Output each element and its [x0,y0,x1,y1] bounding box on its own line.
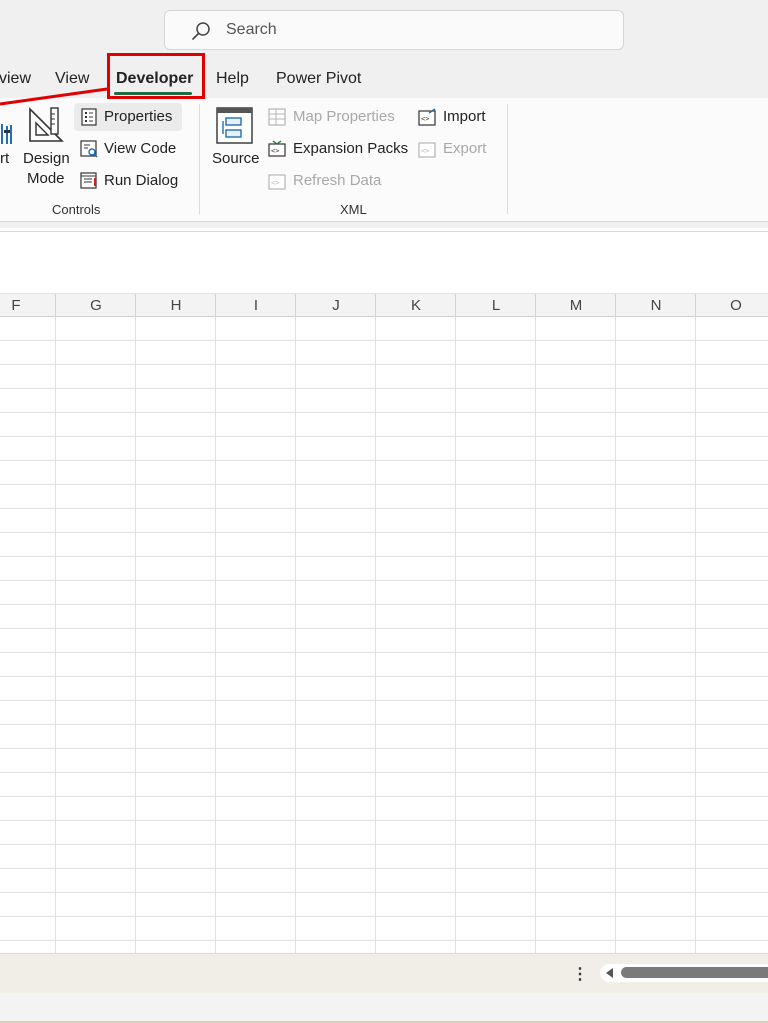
map-properties-button[interactable]: Map Properties [293,108,395,125]
refresh-data-icon: <> [268,174,286,190]
svg-text:<>: <> [421,147,429,155]
scroll-left-icon[interactable] [606,968,613,978]
more-options-icon[interactable]: ⋮ [572,964,588,984]
expansion-packs-button[interactable]: Expansion Packs [293,140,408,157]
controls-group-label: Controls [52,202,101,217]
column-headers: F G H I J K L M N O [0,293,768,318]
grid-line [615,317,616,953]
column-header-k[interactable]: K [376,297,456,314]
developer-tab-highlight [107,53,205,99]
grid-line [215,317,216,953]
title-bar: Search [0,0,768,60]
column-header-j[interactable]: J [296,297,376,314]
column-header-g[interactable]: G [56,297,136,314]
insert-controls-label[interactable]: rt [0,150,9,167]
grid-line [535,317,536,953]
group-separator [199,104,200,214]
search-placeholder: Search [226,21,277,38]
ribbon-area: rt Design Mode Properties View Code Run … [0,98,768,228]
tab-help[interactable]: Help [216,70,249,88]
properties-button[interactable]: Properties [104,108,172,125]
refresh-data-button[interactable]: Refresh Data [293,172,381,189]
grid-line [695,317,696,953]
search-box[interactable]: Search [164,10,624,50]
column-header-m[interactable]: M [536,297,616,314]
column-header-f[interactable]: F [0,297,56,314]
view-code-button[interactable]: View Code [104,140,176,157]
expansion-packs-icon: <> [268,140,286,157]
import-button[interactable]: Import [443,108,486,125]
grid-line [55,317,56,953]
status-bar [0,993,768,1023]
export-button[interactable]: Export [443,140,486,157]
design-mode-label-2[interactable]: Mode [27,170,65,187]
column-header-o[interactable]: O [696,297,768,314]
column-header-n[interactable]: N [616,297,696,314]
run-dialog-icon [80,172,97,189]
design-mode-label-1[interactable]: Design [23,150,70,167]
design-mode-icon[interactable] [27,106,65,144]
xml-group-label: XML [340,202,367,217]
import-icon: <> [418,108,436,126]
export-icon: <> [418,142,436,158]
column-header-h[interactable]: H [136,297,216,314]
insert-controls-icon [1,124,12,144]
grid-line [455,317,456,953]
grid-line [375,317,376,953]
properties-icon [81,108,97,126]
formula-bar-area[interactable] [0,231,768,285]
map-properties-icon [268,108,286,126]
cell-grid[interactable] [0,317,768,953]
svg-text:<>: <> [271,147,279,155]
grid-line [135,317,136,953]
view-code-icon [80,140,98,158]
svg-text:<>: <> [271,179,279,187]
ribbon: rt Design Mode Properties View Code Run … [0,98,768,222]
column-header-i[interactable]: I [216,297,296,314]
column-header-l[interactable]: L [456,297,536,314]
annotation-line [0,87,108,106]
source-icon[interactable] [216,107,254,145]
group-separator [507,104,508,214]
tab-power-pivot[interactable]: Power Pivot [276,70,361,88]
scrollbar-thumb[interactable] [621,967,768,978]
svg-text:<>: <> [421,115,429,123]
run-dialog-button[interactable]: Run Dialog [104,172,178,189]
horizontal-scrollbar[interactable] [600,964,768,982]
grid-line [295,317,296,953]
sheet-tab-bar: ⋮ [0,953,768,993]
source-button[interactable]: Source [212,150,260,167]
search-icon [192,22,210,40]
